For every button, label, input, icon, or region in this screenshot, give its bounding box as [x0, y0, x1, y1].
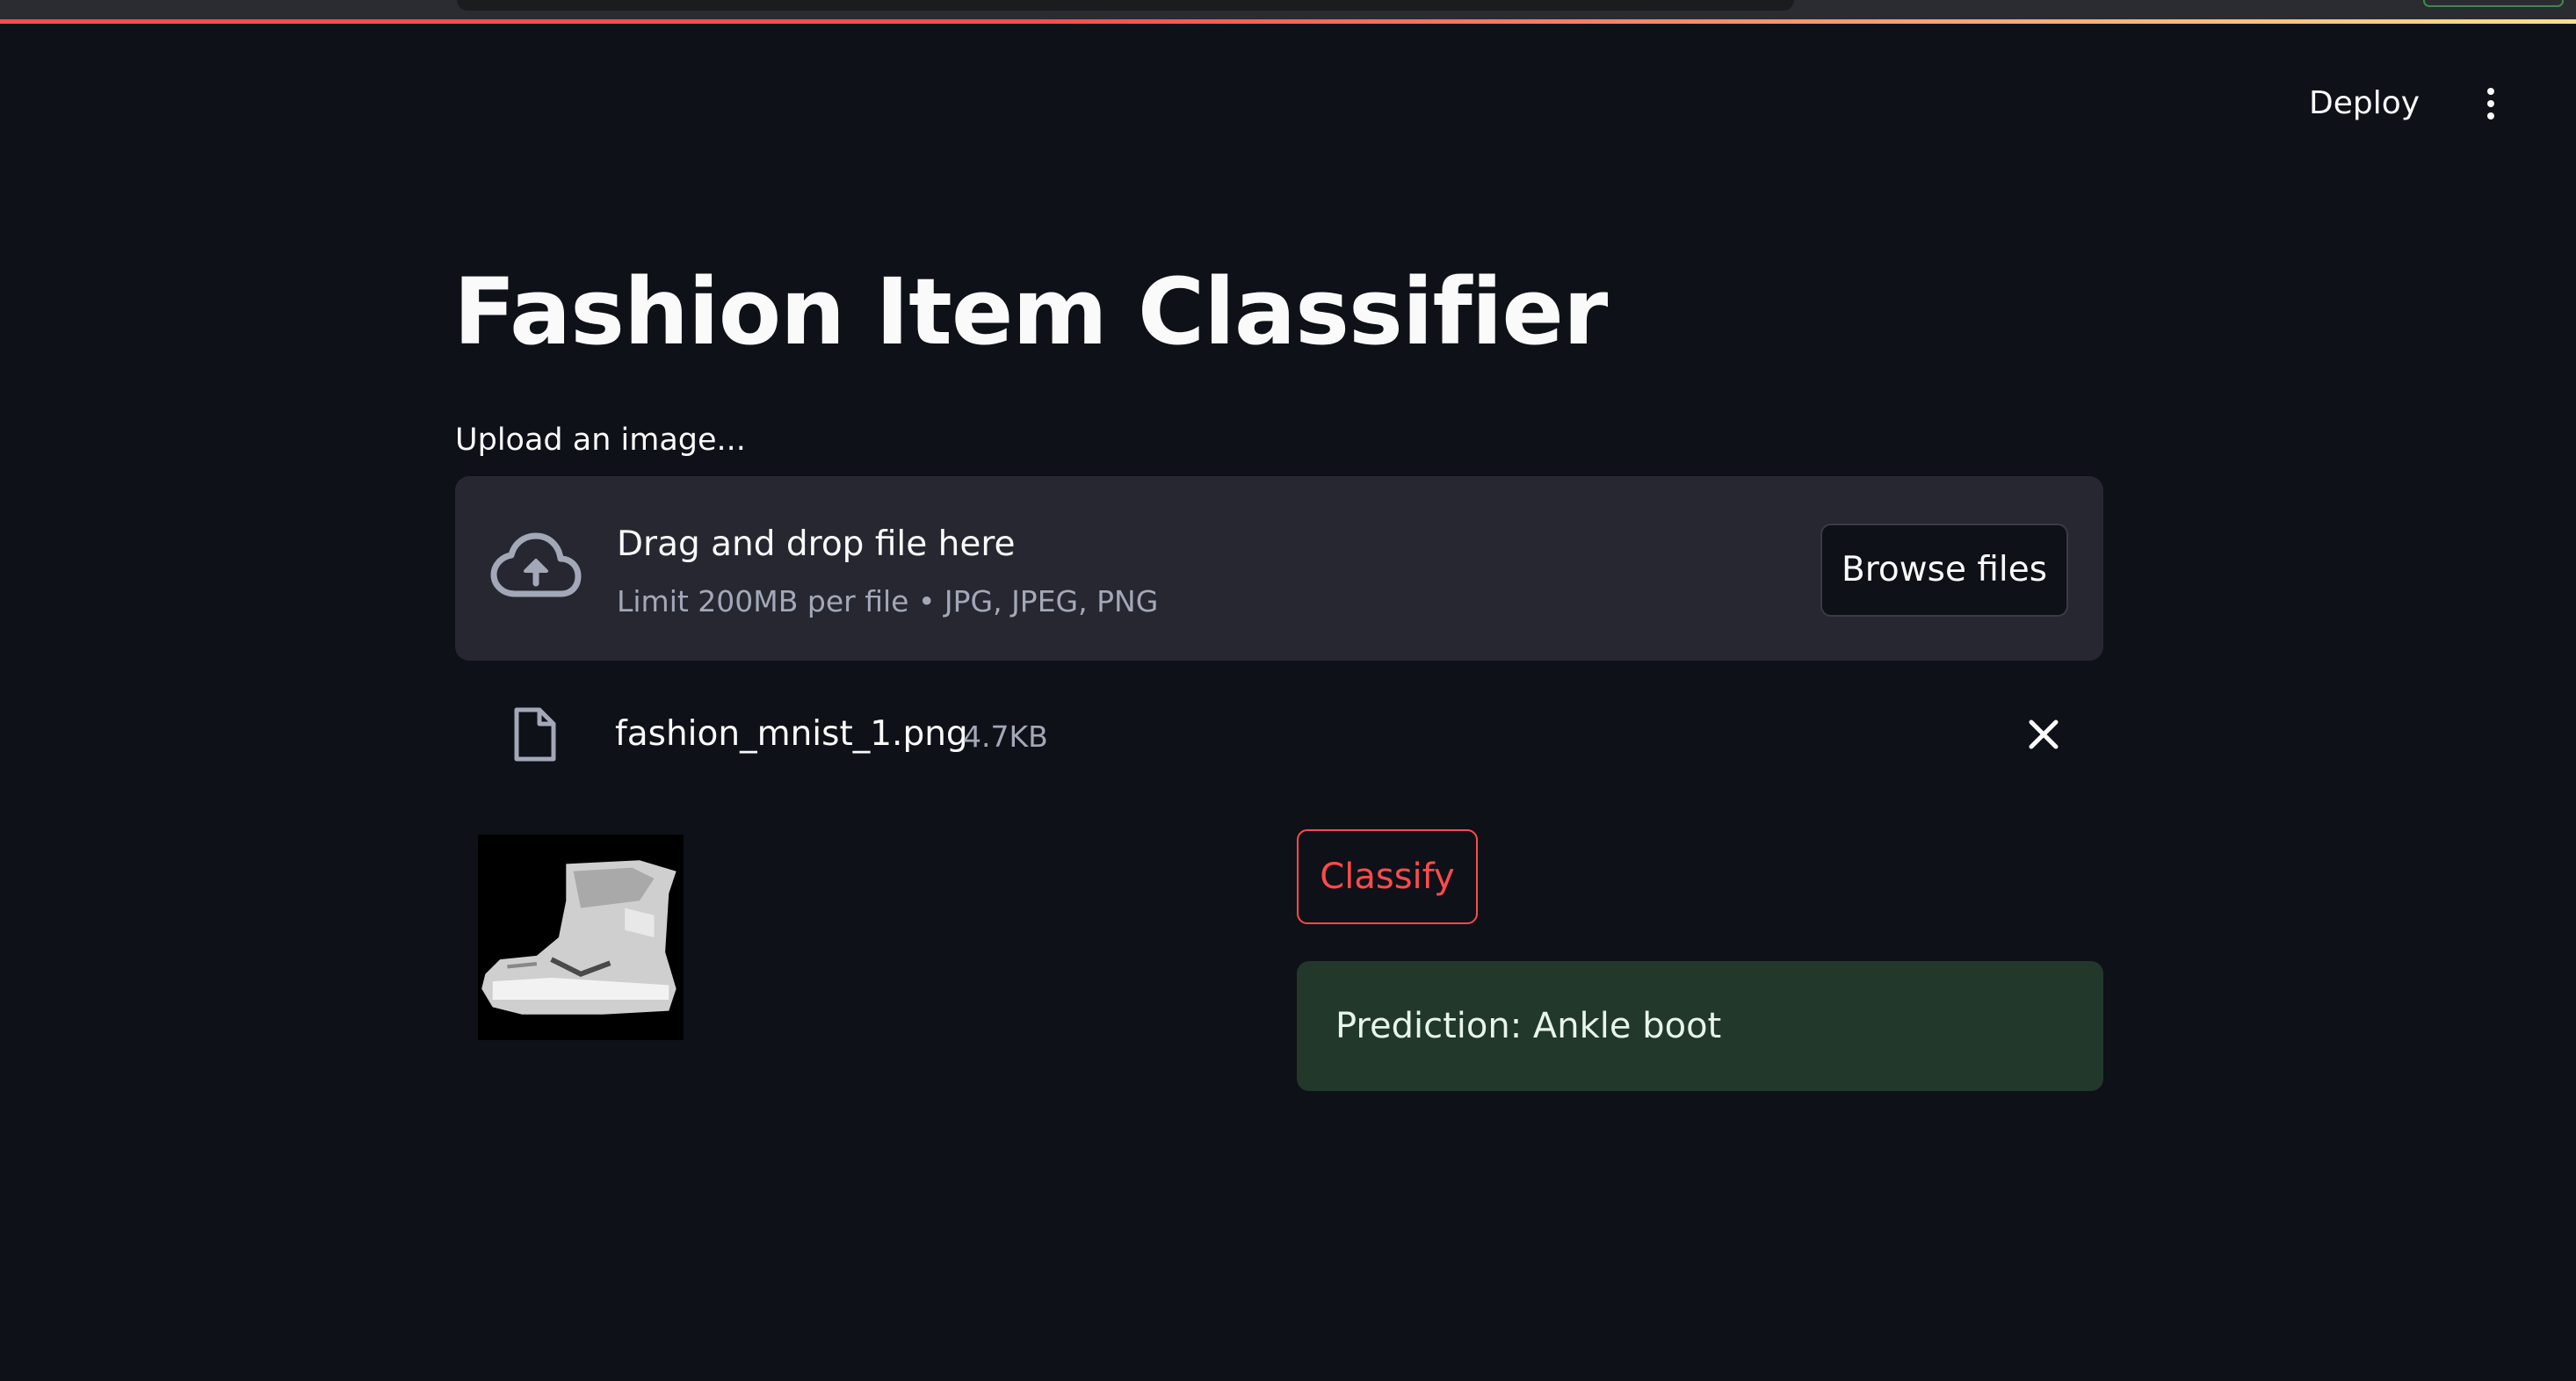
cloud-upload-icon — [490, 532, 582, 597]
uploaded-file-size: 4.7KB — [963, 719, 1048, 754]
browser-top-strip — [0, 0, 2576, 19]
close-icon[interactable] — [2021, 712, 2066, 757]
browser-address-area — [457, 0, 1794, 11]
header-decoration-bar — [0, 19, 2576, 24]
page-title: Fashion Item Classifier — [453, 258, 1608, 365]
uploaded-file-row: fashion_mnist_1.png 4.7KB — [455, 694, 2103, 775]
kebab-menu-icon[interactable] — [2469, 81, 2513, 127]
deploy-button[interactable]: Deploy — [2309, 81, 2420, 127]
prediction-text: Prediction: Ankle boot — [1335, 1006, 1722, 1046]
file-dropzone[interactable]: Drag and drop file here Limit 200MB per … — [455, 476, 2103, 661]
uploaded-image-preview — [478, 835, 684, 1040]
uploaded-file-name: fashion_mnist_1.png — [615, 714, 968, 754]
browse-files-button[interactable]: Browse files — [1820, 524, 2068, 617]
browser-status-pill — [2423, 0, 2564, 7]
dropzone-title: Drag and drop file here — [617, 524, 1016, 564]
prediction-alert: Prediction: Ankle boot — [1297, 961, 2103, 1091]
upload-label: Upload an image... — [455, 423, 746, 458]
classify-button[interactable]: Classify — [1297, 829, 1478, 924]
file-icon — [514, 707, 556, 762]
dropzone-limit-text: Limit 200MB per file • JPG, JPEG, PNG — [617, 584, 1159, 618]
